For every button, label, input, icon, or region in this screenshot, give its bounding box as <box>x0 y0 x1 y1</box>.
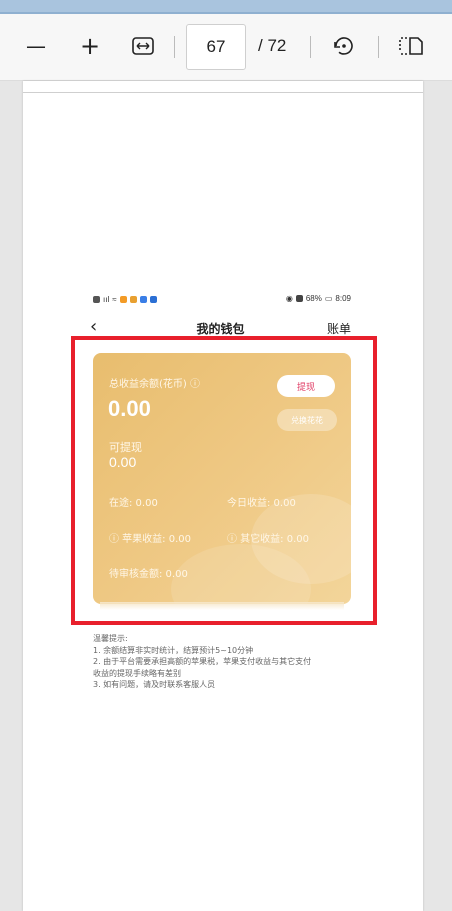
tips-line: 2. 由于平台需要承担高额的苹果税，苹果支付收益与其它支付 <box>93 657 312 666</box>
eye-icon: ◉ <box>285 294 293 303</box>
rotate-icon <box>334 37 353 55</box>
zoom-in-button[interactable]: + <box>76 26 104 66</box>
page-number-input[interactable]: 67 <box>186 24 246 70</box>
page-title: 我的钱包 <box>196 322 245 336</box>
signal-icon: ııl <box>103 295 110 304</box>
tips-line: 3. 如有问题，请及时联系客服人员 <box>93 680 216 689</box>
app-icon <box>129 296 137 303</box>
page-view-button[interactable] <box>394 26 428 66</box>
page-total-label: / 72 <box>258 36 287 55</box>
app-icon <box>139 296 147 303</box>
fit-width-button[interactable] <box>128 26 158 66</box>
tips-line: 1. 余额结算非实时统计，结算预计5~10分钟 <box>93 645 254 655</box>
app-icon <box>149 296 157 303</box>
page-separator <box>23 92 423 93</box>
tips-title: 温馨提示: <box>93 634 128 643</box>
toolbar-divider <box>174 36 175 58</box>
status-time: 8:09 <box>335 294 351 303</box>
tips-section: 温馨提示: 1. 余额结算非实时统计，结算预计5~10分钟 2. 由于平台需要承… <box>93 633 363 691</box>
pdf-toolbar: — + 67 / 72 <box>0 14 452 81</box>
plus-icon: + <box>79 32 101 60</box>
battery-percent: 68% <box>305 294 322 303</box>
highlight-box <box>71 336 377 625</box>
toolbar-divider <box>310 36 311 58</box>
phone-status-bar: ııl ≈ ◉ 68% ▭ 8:09 <box>93 293 351 307</box>
notification-icon <box>93 296 100 303</box>
status-right-icons: ◉ 68% ▭ 8:09 <box>286 294 351 303</box>
rotate-button[interactable] <box>328 26 360 66</box>
window-top-bar <box>0 0 452 14</box>
tips-line: 收益的提现手续略有差别 <box>93 668 181 678</box>
toolbar-divider <box>378 36 379 58</box>
battery-icon: ▭ <box>324 294 333 303</box>
minus-icon: — <box>26 34 46 58</box>
wifi-icon: ≈ <box>112 295 117 304</box>
bill-link[interactable]: 账单 <box>327 320 351 337</box>
fit-width-icon <box>132 37 154 55</box>
nfc-icon <box>295 295 303 302</box>
page-view-icon <box>399 37 423 55</box>
status-left-icons: ııl ≈ <box>93 295 157 304</box>
app-icon <box>119 296 127 303</box>
zoom-out-button[interactable]: — <box>22 26 50 66</box>
